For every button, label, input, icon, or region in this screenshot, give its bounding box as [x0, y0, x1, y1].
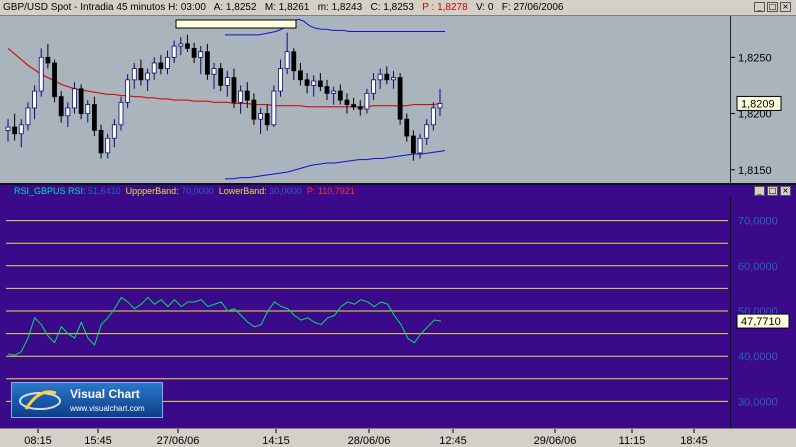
candle-body — [191, 47, 197, 58]
candle-body — [278, 68, 283, 92]
candle-body — [38, 56, 44, 92]
visual-chart-logo: Visual Chart www.visualchart.com — [11, 382, 163, 418]
candle-body — [331, 90, 337, 94]
candle-body — [324, 86, 330, 94]
candle-body — [424, 124, 430, 139]
time-tick-label: 15:45 — [84, 435, 112, 447]
candle-body — [211, 68, 217, 75]
time-tick-label: 11:15 — [619, 435, 646, 447]
time-tick-label: 27/06/06 — [157, 435, 200, 447]
candle-body — [118, 101, 124, 126]
candle-body — [52, 62, 57, 98]
candle-body — [304, 79, 310, 86]
candle-body — [351, 104, 357, 108]
time-tick-label: 08:15 — [24, 435, 52, 447]
candle-body — [311, 80, 317, 86]
candle-body — [204, 51, 210, 75]
highlight-box — [175, 19, 297, 29]
candle-body — [317, 80, 323, 87]
time-tick-label: 14:15 — [262, 435, 290, 447]
candle-body — [171, 45, 177, 58]
logo-title: Visual Chart — [70, 387, 140, 401]
candle-body — [430, 107, 436, 126]
candle-body — [251, 99, 257, 120]
rsi-line — [7, 296, 442, 356]
candle-body — [18, 124, 24, 135]
candle-body — [92, 104, 97, 131]
candle-body — [417, 137, 423, 154]
candle-body — [98, 130, 104, 154]
candle-body — [264, 113, 270, 126]
chart-canvas: 1,82501,82001,81501,820970,000060,000050… — [5, 18, 790, 447]
candle-body — [58, 96, 64, 117]
candle-body — [284, 51, 290, 69]
candle-body — [151, 62, 157, 74]
candle-body — [238, 90, 244, 103]
candle-body — [337, 90, 343, 101]
rsi-tick-label: 60,0000 — [738, 261, 778, 273]
candle-body — [65, 107, 71, 117]
time-tick-label: 12:45 — [439, 435, 467, 447]
time-tick-label: 29/06/06 — [534, 435, 577, 447]
candle-body — [158, 62, 164, 69]
candle-body — [218, 68, 224, 86]
candle-body — [78, 88, 84, 114]
price-tick-label: 1,8150 — [738, 165, 772, 177]
candle-body — [224, 77, 230, 86]
time-tick-label: 18:45 — [680, 435, 708, 447]
candle-body — [32, 90, 37, 109]
candle-body — [391, 77, 396, 81]
candle-body — [111, 124, 117, 139]
candle-body — [291, 51, 297, 72]
candle-body — [138, 68, 144, 81]
candle-body — [258, 113, 263, 120]
rsi-tick-label: 30,0000 — [738, 396, 778, 408]
candle-body — [198, 51, 204, 58]
candle-body — [5, 126, 11, 131]
candle-body — [298, 70, 303, 81]
visual-chart-swoosh-icon — [19, 390, 61, 410]
candle-body — [357, 106, 363, 110]
candle-body — [131, 68, 137, 81]
candle-body — [85, 104, 91, 114]
price-last-value-label: 1,8209 — [741, 98, 775, 110]
candle-body — [271, 90, 277, 126]
candle-body — [437, 103, 443, 109]
candle-body — [371, 79, 376, 94]
candle-body — [165, 56, 170, 69]
candle-body — [185, 43, 190, 49]
candle-body — [178, 43, 184, 47]
candle-body — [145, 72, 150, 81]
candle-body — [125, 79, 131, 103]
time-tick-label: 28/06/06 — [348, 435, 391, 447]
candle-body — [12, 126, 18, 135]
candle-body — [72, 88, 77, 109]
candle-body — [377, 73, 383, 81]
candle-body — [384, 73, 390, 81]
candle-body — [231, 77, 237, 103]
rsi-tick-label: 40,0000 — [738, 351, 778, 363]
candle-body — [344, 99, 350, 105]
rsi-last-value-label: 47,7710 — [741, 316, 781, 328]
candle-body — [397, 77, 403, 120]
candle-body — [25, 107, 31, 126]
candle-body — [364, 92, 370, 110]
bollinger-lower-line — [225, 150, 446, 180]
logo-url: www.visualchart.com — [70, 404, 145, 413]
price-tick-label: 1,8250 — [738, 52, 772, 64]
candle-body — [404, 118, 410, 137]
candle-body — [105, 137, 111, 154]
candle-body — [411, 135, 416, 154]
rsi-tick-label: 70,0000 — [738, 216, 778, 228]
candle-body — [45, 56, 51, 64]
candle-body — [244, 90, 250, 101]
